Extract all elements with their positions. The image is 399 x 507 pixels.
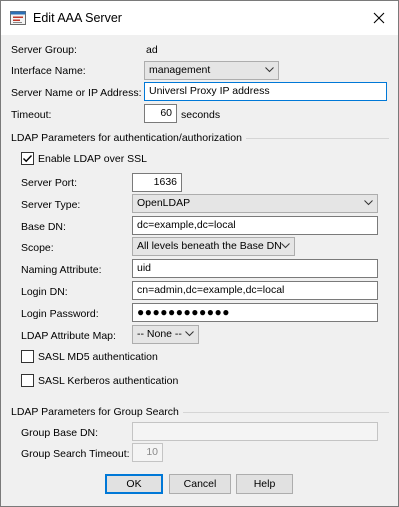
interface-name-value: management xyxy=(149,64,211,76)
window-title: Edit AAA Server xyxy=(33,11,122,25)
sasl-md5-label: SASL MD5 authentication xyxy=(38,351,158,363)
chevron-down-icon xyxy=(364,200,373,206)
cancel-button[interactable]: Cancel xyxy=(169,474,231,494)
sasl-md5-checkbox[interactable] xyxy=(21,350,34,363)
server-port-value: 1636 xyxy=(153,176,177,188)
timeout-input[interactable]: 60 xyxy=(144,104,177,123)
naming-attribute-value: uid xyxy=(137,262,152,274)
help-button[interactable]: Help xyxy=(236,474,293,494)
ldap-group-title: LDAP Parameters for authentication/autho… xyxy=(11,132,246,144)
enable-ssl-checkbox[interactable] xyxy=(21,152,34,165)
group-search-title: LDAP Parameters for Group Search xyxy=(11,406,183,418)
naming-attribute-label: Naming Attribute: xyxy=(21,264,102,276)
server-group-value: ad xyxy=(146,44,158,56)
group-search-timeout-input[interactable]: 10 xyxy=(132,443,163,462)
base-dn-label: Base DN: xyxy=(21,221,66,233)
server-port-input[interactable]: 1636 xyxy=(132,173,182,192)
login-password-value: ●●●●●●●●●●●● xyxy=(137,305,230,319)
login-password-input[interactable]: ●●●●●●●●●●●● xyxy=(132,303,378,322)
server-type-value: OpenLDAP xyxy=(137,197,191,209)
attribute-map-label: LDAP Attribute Map: xyxy=(21,330,116,342)
login-password-label: Login Password: xyxy=(21,308,99,320)
chevron-down-icon xyxy=(265,67,274,73)
server-name-value: Universl Proxy IP address xyxy=(149,85,270,97)
attribute-map-select[interactable]: -- None -- xyxy=(132,325,199,344)
server-type-label: Server Type: xyxy=(21,199,81,211)
edit-aaa-server-dialog: Edit AAA Server Server Group: ad Interfa… xyxy=(0,0,399,507)
server-type-select[interactable]: OpenLDAP xyxy=(132,194,378,213)
scope-label: Scope: xyxy=(21,242,54,254)
scope-select[interactable]: All levels beneath the Base DN xyxy=(132,237,295,256)
ok-button[interactable]: OK xyxy=(105,474,163,494)
chevron-down-icon xyxy=(281,243,290,249)
group-base-dn-input[interactable] xyxy=(132,422,378,441)
base-dn-input[interactable]: dc=example,dc=local xyxy=(132,216,378,235)
base-dn-value: dc=example,dc=local xyxy=(137,219,236,231)
login-dn-value: cn=admin,dc=example,dc=local xyxy=(137,284,285,296)
timeout-value: 60 xyxy=(160,107,172,119)
sasl-kerberos-checkbox[interactable] xyxy=(21,374,34,387)
interface-name-select[interactable]: management xyxy=(144,61,279,80)
interface-name-label: Interface Name: xyxy=(11,65,86,77)
group-base-dn-label: Group Base DN: xyxy=(21,427,99,439)
app-window-icon xyxy=(10,11,26,25)
login-dn-label: Login DN: xyxy=(21,286,68,298)
title-bar[interactable]: Edit AAA Server xyxy=(1,1,398,35)
login-dn-input[interactable]: cn=admin,dc=example,dc=local xyxy=(132,281,378,300)
enable-ssl-label: Enable LDAP over SSL xyxy=(38,153,147,165)
sasl-kerberos-label: SASL Kerberos authentication xyxy=(38,375,179,387)
timeout-label: Timeout: xyxy=(11,109,52,121)
server-port-label: Server Port: xyxy=(21,177,78,189)
group-search-timeout-value: 10 xyxy=(146,446,158,458)
naming-attribute-input[interactable]: uid xyxy=(132,259,378,278)
chevron-down-icon xyxy=(185,331,194,337)
server-name-input[interactable]: Universl Proxy IP address xyxy=(144,82,387,101)
server-name-label: Server Name or IP Address: xyxy=(11,87,142,99)
server-group-label: Server Group: xyxy=(11,44,77,56)
checkmark-icon xyxy=(23,155,33,163)
group-search-timeout-label: Group Search Timeout: xyxy=(21,448,130,460)
timeout-unit: seconds xyxy=(181,109,221,121)
attribute-map-value: -- None -- xyxy=(137,328,182,340)
scope-value: All levels beneath the Base DN xyxy=(137,240,282,252)
close-icon[interactable] xyxy=(361,3,397,33)
